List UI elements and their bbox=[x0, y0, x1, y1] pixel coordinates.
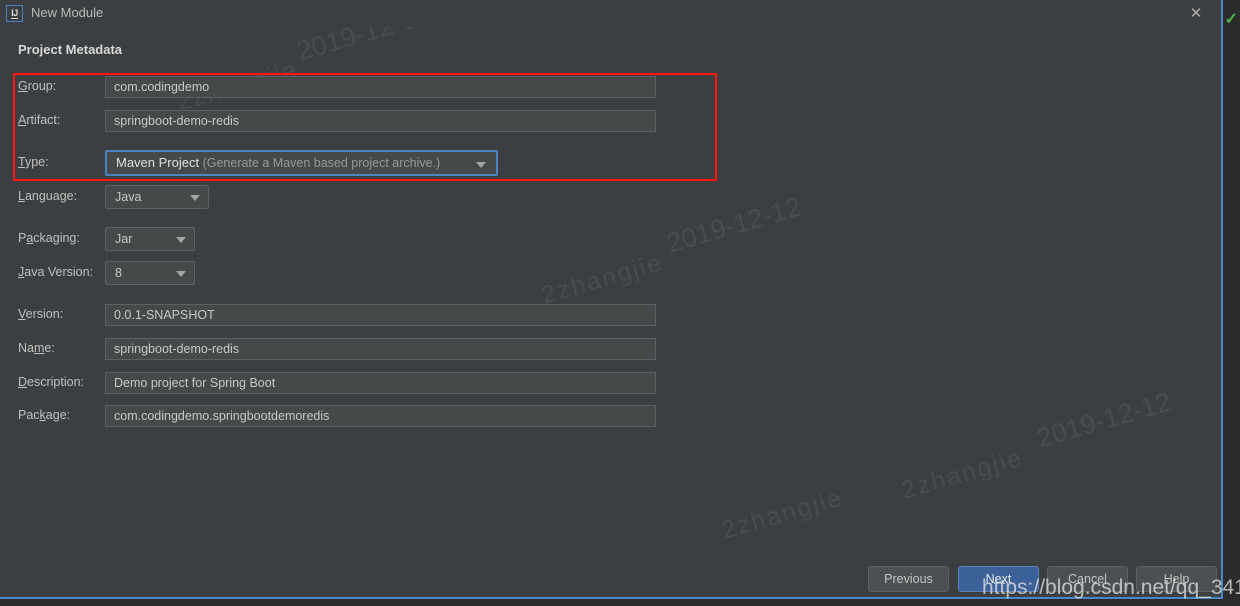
new-module-dialog: 2019-12-12 2019-12-12 2019-12-12 2zhangj… bbox=[0, 0, 1223, 599]
artifact-input[interactable] bbox=[105, 110, 656, 132]
description-input[interactable] bbox=[105, 372, 656, 394]
watermark-date: 2019-12-12 bbox=[1033, 386, 1175, 454]
chevron-down-icon bbox=[176, 237, 186, 243]
type-dropdown-hint: (Generate a Maven based project archive.… bbox=[202, 156, 441, 170]
chevron-down-icon bbox=[176, 271, 186, 277]
package-label: Package: bbox=[18, 408, 71, 422]
packaging-label: Packaging: bbox=[18, 231, 80, 245]
close-icon[interactable]: ✕ bbox=[1187, 4, 1205, 22]
version-input[interactable] bbox=[105, 304, 656, 326]
name-input[interactable] bbox=[105, 338, 656, 360]
title-bar: IJ New Module ✕ bbox=[0, 0, 1221, 27]
cancel-button-label: Cancel bbox=[1068, 572, 1107, 586]
previous-button[interactable]: Previous bbox=[868, 566, 949, 592]
green-check-icon: ✓ bbox=[1224, 11, 1238, 28]
watermark-author: 2zhangjie bbox=[718, 483, 847, 545]
packaging-dropdown[interactable]: Jar bbox=[105, 227, 195, 251]
next-button[interactable]: Next bbox=[958, 566, 1039, 592]
group-label: Group: bbox=[18, 79, 57, 93]
chevron-down-icon bbox=[190, 195, 200, 201]
version-label: Version: bbox=[18, 307, 64, 321]
description-label: Description: bbox=[18, 375, 85, 389]
type-label: Type: bbox=[18, 155, 49, 169]
language-dropdown[interactable]: Java bbox=[105, 185, 209, 209]
watermark-date: 2019-12-12 bbox=[663, 191, 805, 259]
watermark-author: 2zhangjie bbox=[538, 248, 667, 310]
name-label: Name: bbox=[18, 341, 55, 355]
language-label: Language: bbox=[18, 189, 78, 203]
packaging-dropdown-value: Jar bbox=[115, 232, 133, 246]
type-dropdown-value: Maven Project bbox=[116, 155, 200, 170]
window-title: New Module bbox=[31, 5, 104, 20]
java-version-label: Java Version: bbox=[18, 265, 94, 279]
help-button-label: Help bbox=[1163, 572, 1190, 586]
next-button-label: Next bbox=[985, 572, 1012, 586]
cancel-button[interactable]: Cancel bbox=[1047, 566, 1128, 592]
previous-button-label: Previous bbox=[884, 572, 933, 586]
chevron-down-icon bbox=[476, 162, 486, 168]
watermark-author: 2zhangjie bbox=[898, 443, 1027, 505]
java-version-dropdown-value: 8 bbox=[115, 266, 122, 280]
intellij-idea-icon: IJ bbox=[6, 5, 23, 22]
app-icon-text: IJ bbox=[11, 7, 18, 19]
language-dropdown-value: Java bbox=[115, 190, 142, 204]
type-dropdown[interactable]: Maven Project (Generate a Maven based pr… bbox=[105, 150, 498, 176]
group-input[interactable] bbox=[105, 76, 656, 98]
package-input[interactable] bbox=[105, 405, 656, 427]
artifact-label: Artifact: bbox=[18, 113, 61, 127]
java-version-dropdown[interactable]: 8 bbox=[105, 261, 195, 285]
page-title: Project Metadata bbox=[18, 42, 123, 57]
help-button[interactable]: Help bbox=[1136, 566, 1217, 592]
